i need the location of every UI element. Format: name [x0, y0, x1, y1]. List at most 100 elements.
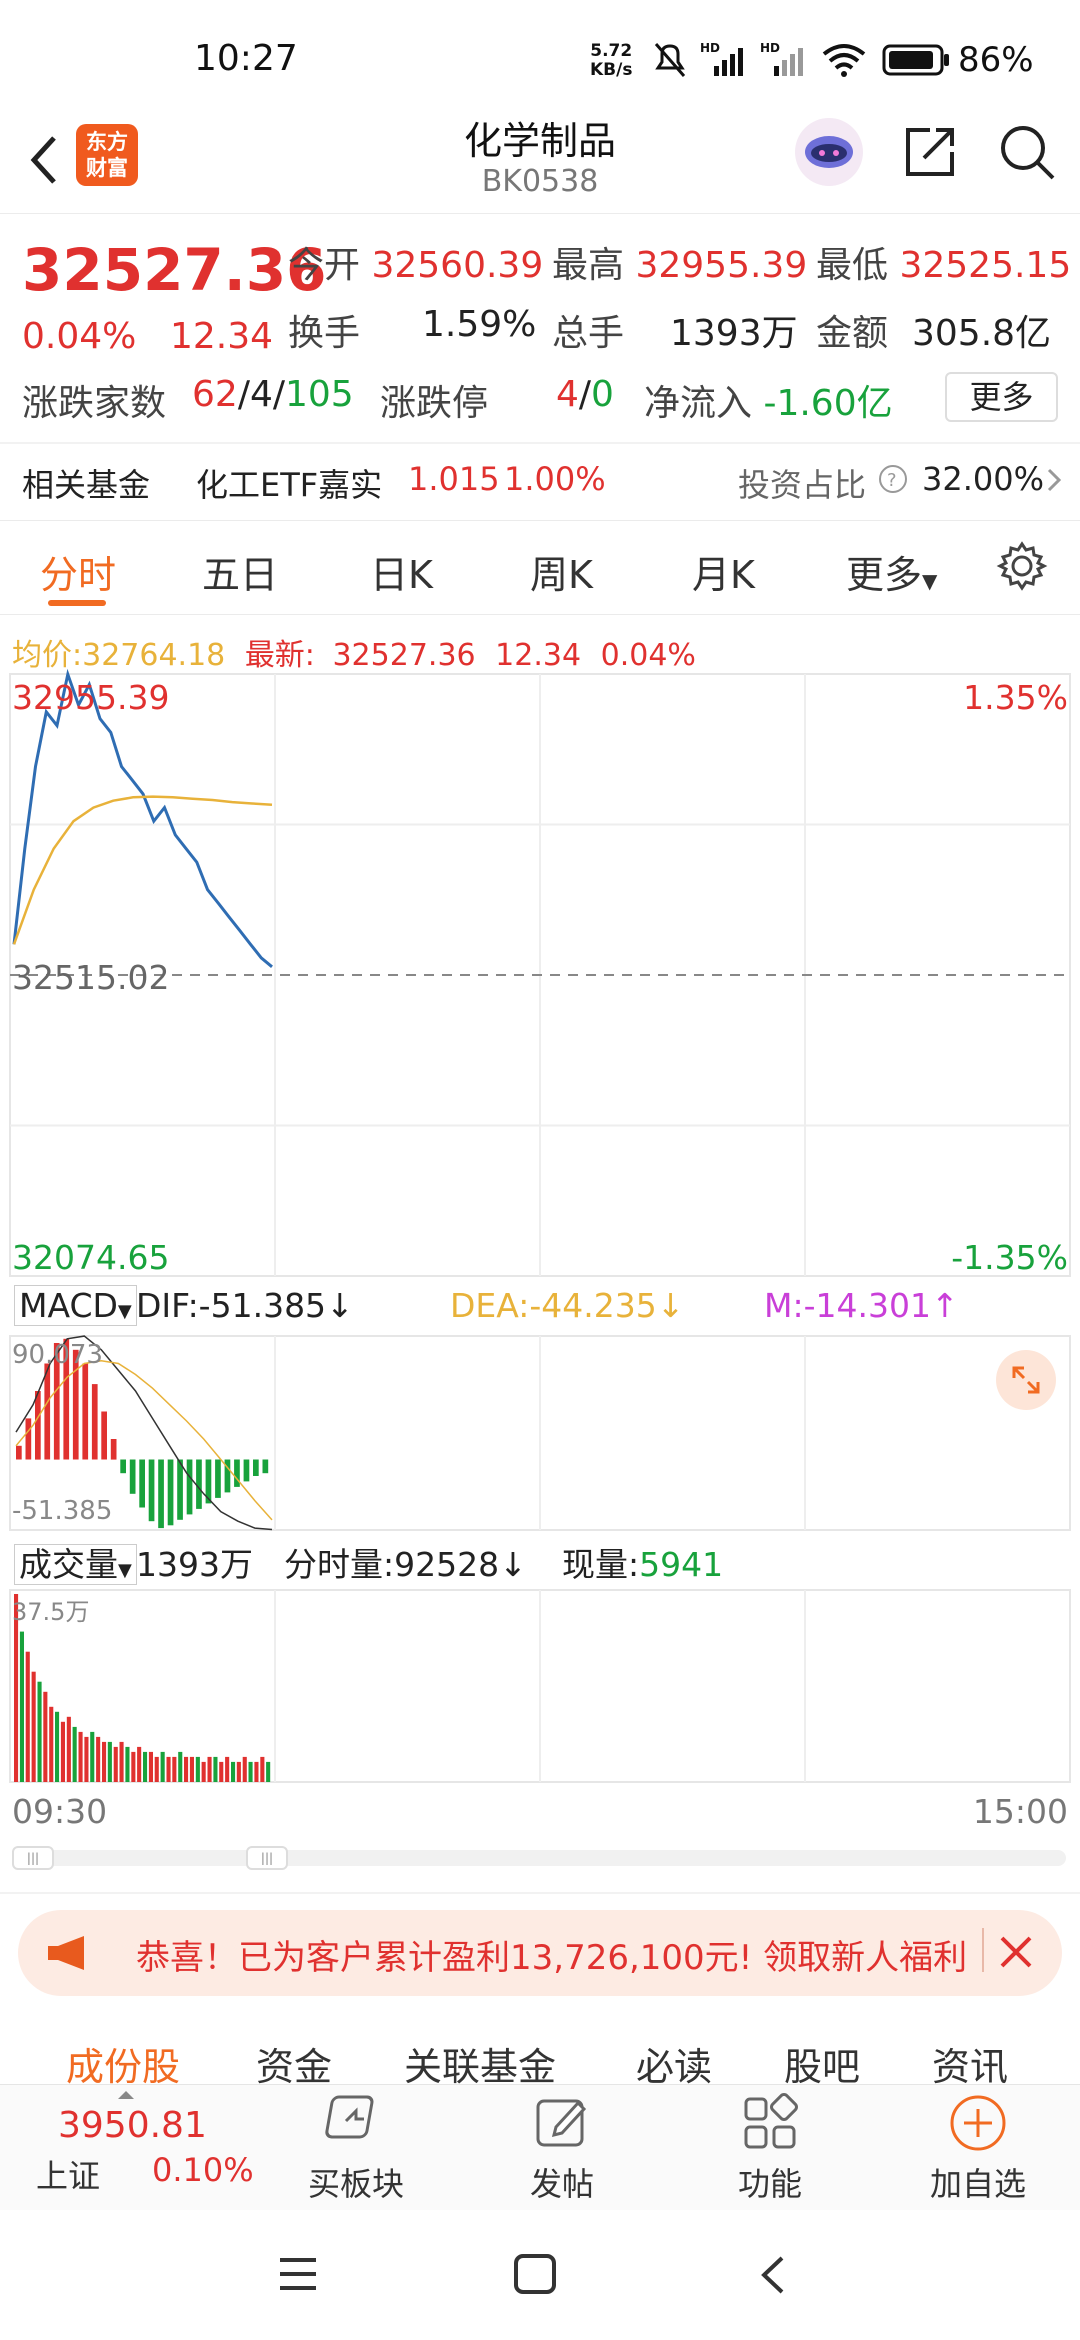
- macd-bar: [91, 1384, 98, 1460]
- tab-related-funds[interactable]: 关联基金: [404, 2036, 556, 2091]
- promo-banner[interactable]: 恭喜！已为客户累计盈利13,726,100元! 领取新人福利: [18, 1910, 1062, 1996]
- macd-bar: [243, 1459, 250, 1482]
- add-watchlist-label[interactable]: 加自选: [918, 2159, 1038, 2205]
- macd-top-label: 90.073: [12, 1340, 103, 1370]
- macd-bottom-label: -51.385: [12, 1496, 113, 1526]
- volume-bar: [107, 1741, 112, 1782]
- macd-bar: [253, 1459, 259, 1476]
- volume-dropdown[interactable]: 成交量▼: [14, 1544, 137, 1585]
- buy-sector-icon[interactable]: [322, 2091, 386, 2155]
- home-icon[interactable]: [512, 2252, 558, 2296]
- close-icon[interactable]: [994, 1930, 1038, 1974]
- caret-up-icon: [118, 2091, 134, 2099]
- macd-dropdown[interactable]: MACD▼: [14, 1285, 137, 1326]
- volume-tick: 分时量:92528↓: [284, 1545, 527, 1584]
- pct-axis-bottom-label: -1.35%: [951, 1238, 1068, 1277]
- volume-selector[interactable]: 成交量▼: [14, 1538, 137, 1586]
- volume-bar: [178, 1751, 183, 1782]
- macd-label: MACD: [19, 1286, 118, 1325]
- divider: [0, 1892, 1080, 1894]
- promo-divider: [982, 1928, 984, 1972]
- tab-forum[interactable]: 股吧: [784, 2036, 860, 2091]
- volume-bar: [66, 1716, 71, 1782]
- macd-bar: [25, 1418, 32, 1460]
- macd-bar: [139, 1459, 145, 1508]
- volume-bar: [90, 1731, 95, 1782]
- macd-bar: [44, 1363, 51, 1460]
- tab-news[interactable]: 资讯: [932, 2036, 1008, 2091]
- volume-bar: [201, 1761, 206, 1782]
- volume-bar: [242, 1756, 247, 1782]
- bottom-toolbar: 3950.81 上证 0.10% 买板块 发帖 功能 加自选: [0, 2084, 1080, 2210]
- tab-funds-flow[interactable]: 资金: [256, 2036, 332, 2091]
- macd-bar: [148, 1459, 155, 1522]
- index-percent[interactable]: 0.10%: [152, 2151, 254, 2189]
- volume-bar: [102, 1741, 107, 1782]
- nav-back-icon[interactable]: [756, 2252, 792, 2298]
- system-nav-bar: [0, 2210, 1080, 2340]
- volume-bar: [260, 1756, 265, 1782]
- volume-bar: [225, 1756, 230, 1782]
- macd-bar: [158, 1459, 164, 1529]
- scroll-handle-right[interactable]: |||: [246, 1846, 288, 1870]
- tab-must-read[interactable]: 必读: [636, 2036, 712, 2091]
- volume-bar: [131, 1751, 136, 1782]
- y-axis-mid-label: 32515.02: [12, 958, 170, 997]
- post-label[interactable]: 发帖: [502, 2159, 622, 2205]
- time-end-label: 15:00: [972, 1792, 1068, 1831]
- macd-m: M:-14.301↑: [764, 1286, 959, 1325]
- index-value[interactable]: 3950.81: [58, 2105, 207, 2146]
- volume-bar: [207, 1756, 212, 1782]
- macd-bar: [215, 1459, 221, 1498]
- macd-selector[interactable]: MACD▼: [14, 1285, 137, 1326]
- macd-bar: [101, 1411, 107, 1460]
- volume-max-label: 37.5万: [12, 1598, 90, 1626]
- menu-icon[interactable]: [276, 2254, 320, 2294]
- intraday-chart[interactable]: [0, 0, 1080, 1900]
- y-axis-bottom-label: 32074.65: [12, 1238, 170, 1277]
- volume-bar: [78, 1731, 83, 1782]
- time-scrollbar[interactable]: [12, 1850, 1066, 1866]
- volume-bar: [266, 1761, 271, 1782]
- functions-grid-icon[interactable]: [738, 2091, 802, 2155]
- macd-bar: [120, 1459, 126, 1474]
- post-edit-icon[interactable]: [530, 2091, 594, 2155]
- volume-bar: [43, 1691, 48, 1782]
- add-watchlist-icon[interactable]: [946, 2091, 1010, 2155]
- volume-label: 成交量: [19, 1545, 118, 1584]
- y-axis-top-label: 32955.39: [12, 678, 170, 717]
- expand-button[interactable]: [996, 1350, 1056, 1410]
- caret-down-icon: ▼: [118, 1560, 132, 1581]
- macd-bar: [177, 1459, 183, 1520]
- functions-label[interactable]: 功能: [710, 2159, 830, 2205]
- expand-icon: [1012, 1366, 1040, 1394]
- volume-bar: [137, 1746, 142, 1782]
- volume-bar: [213, 1756, 218, 1782]
- macd-bar: [262, 1459, 269, 1474]
- volume-bar: [37, 1681, 42, 1782]
- volume-bar: [84, 1736, 89, 1782]
- macd-bar: [35, 1391, 41, 1460]
- volume-bar: [154, 1756, 159, 1782]
- chart-grid: [9, 673, 1071, 1783]
- macd-bar: [167, 1459, 174, 1526]
- tab-constituents[interactable]: 成份股: [66, 2036, 180, 2091]
- volume-bar: [125, 1746, 130, 1782]
- volume-bar: [166, 1756, 171, 1782]
- volume-bar: [119, 1741, 124, 1782]
- volume-bar: [172, 1756, 177, 1782]
- volume-now-value: 5941: [639, 1545, 724, 1584]
- index-name[interactable]: 上证: [36, 2151, 100, 2197]
- promo-text: 恭喜！已为客户累计盈利13,726,100元! 领取新人福利: [136, 1938, 968, 1978]
- buy-sector-label[interactable]: 买板块: [296, 2159, 416, 2205]
- caret-down-icon: ▼: [117, 1301, 132, 1322]
- volume-bar: [254, 1761, 259, 1782]
- macd-bar: [186, 1459, 193, 1515]
- volume-bar: [60, 1721, 65, 1782]
- macd-bar: [82, 1363, 89, 1460]
- scroll-handle-left[interactable]: |||: [12, 1846, 54, 1870]
- macd-bar: [234, 1459, 240, 1487]
- volume-bar: [160, 1751, 165, 1782]
- macd-dif: DIF:-51.385↓: [136, 1286, 354, 1325]
- volume-bar: [19, 1631, 24, 1782]
